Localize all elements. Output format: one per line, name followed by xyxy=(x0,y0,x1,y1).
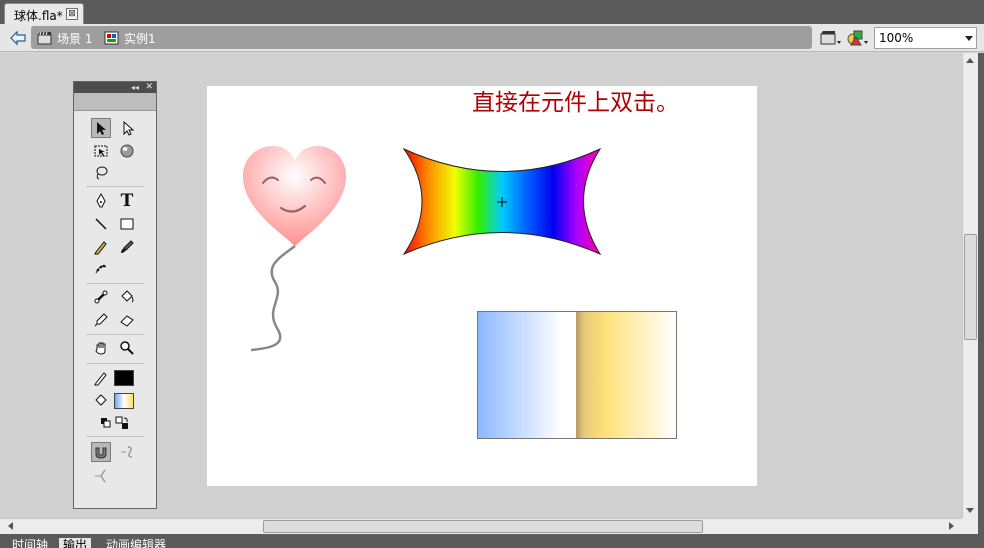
document-tab-strip: 球体.fla* ⊠ xyxy=(0,0,984,24)
line-icon xyxy=(95,218,107,230)
pencil-icon xyxy=(94,241,107,255)
deco-tool[interactable] xyxy=(91,259,111,279)
smooth-icon[interactable] xyxy=(117,442,137,462)
breadcrumb-symbol[interactable]: 实例1 xyxy=(104,30,156,46)
bottom-panel-tabs: 时间轴 输出 动画编辑器 xyxy=(0,534,984,548)
close-tab-icon[interactable]: ⊠ xyxy=(66,8,78,20)
tab-motion-editor[interactable]: 动画编辑器 xyxy=(102,538,170,548)
lasso-tool[interactable] xyxy=(91,163,111,183)
tools-panel-grip[interactable] xyxy=(74,93,156,111)
straighten-icon[interactable] xyxy=(91,466,111,486)
magnifier-icon xyxy=(120,341,134,355)
scroll-up-icon[interactable] xyxy=(966,58,974,63)
tool-separator xyxy=(86,283,144,284)
heart-balloon[interactable] xyxy=(243,146,346,352)
pencil-tool[interactable] xyxy=(91,237,111,257)
hand-tool[interactable] xyxy=(91,338,111,358)
deco-icon xyxy=(95,264,107,274)
graphic-symbol-icon xyxy=(104,31,119,45)
paint-bucket-tool[interactable] xyxy=(117,287,137,307)
edit-symbols-icon[interactable] xyxy=(847,29,869,47)
zoom-select[interactable]: 100% xyxy=(874,27,977,49)
vertical-scroll-thumb[interactable] xyxy=(964,234,977,340)
breadcrumb-symbol-label: 实例1 xyxy=(124,31,156,46)
selection-tool[interactable] xyxy=(91,118,111,138)
chevron-down-icon[interactable] xyxy=(965,36,973,41)
scroll-right-icon[interactable] xyxy=(949,522,954,530)
tool-separator xyxy=(86,186,144,187)
tools-panel-header[interactable]: ◂◂ ✕ xyxy=(74,82,156,93)
eyedropper-icon xyxy=(94,313,108,327)
tab-timeline[interactable]: 时间轴 xyxy=(8,538,52,548)
paint-bucket-icon xyxy=(121,290,134,303)
rectangle-tool[interactable] xyxy=(117,214,137,234)
breadcrumb-scene[interactable]: 场景 1 xyxy=(37,30,92,46)
pen-tool[interactable] xyxy=(91,191,111,211)
brush-icon xyxy=(121,240,134,253)
fill-color-swatch[interactable] xyxy=(114,393,134,409)
tools-panel: ◂◂ ✕ T xyxy=(73,81,157,509)
horizontal-scroll-thumb[interactable] xyxy=(263,520,703,533)
gradient-rectangle[interactable] xyxy=(477,311,677,439)
free-transform-icon xyxy=(94,145,108,157)
text-tool[interactable]: T xyxy=(117,191,137,211)
eyedropper-tool[interactable] xyxy=(91,310,111,330)
window-edge xyxy=(978,53,984,534)
bone-icon xyxy=(94,290,108,304)
tool-separator xyxy=(86,334,144,335)
swap-colors-icon[interactable] xyxy=(112,413,132,433)
edit-scene-icon[interactable] xyxy=(820,29,842,47)
stroke-color-icon xyxy=(91,368,111,388)
zoom-value: 100% xyxy=(879,31,914,45)
brush-tool[interactable] xyxy=(117,237,137,257)
stroke-color-swatch[interactable] xyxy=(114,370,134,386)
horizontal-scrollbar[interactable] xyxy=(0,518,962,534)
pen-icon xyxy=(96,193,106,208)
zoom-tool[interactable] xyxy=(117,338,137,358)
tool-separator xyxy=(86,363,144,364)
lasso-icon xyxy=(96,166,108,180)
back-arrow-icon[interactable] xyxy=(9,29,27,47)
breadcrumb-scene-label: 场景 1 xyxy=(57,31,93,46)
line-tool[interactable] xyxy=(91,214,111,234)
fill-color-icon xyxy=(91,391,111,411)
document-tab-title: 球体.fla* xyxy=(14,9,63,23)
scroll-left-icon[interactable] xyxy=(8,522,13,530)
eraser-icon xyxy=(120,315,134,327)
document-tab[interactable]: 球体.fla* ⊠ xyxy=(4,3,84,24)
edit-bar: 场景 1 实例1 100% xyxy=(0,24,984,52)
vertical-scrollbar[interactable] xyxy=(962,53,978,518)
free-transform-tool[interactable] xyxy=(91,141,111,161)
eraser-tool[interactable] xyxy=(117,310,137,330)
scene-icon xyxy=(37,31,52,45)
breadcrumb: 场景 1 实例1 xyxy=(31,26,812,49)
tool-separator xyxy=(86,436,144,437)
stage-artwork xyxy=(243,146,677,439)
close-panel-icon[interactable]: ✕ xyxy=(145,82,153,93)
subselection-tool[interactable] xyxy=(117,118,137,138)
3d-rotation-tool[interactable] xyxy=(117,141,137,161)
rainbow-symbol[interactable] xyxy=(402,147,602,256)
selection-arrow-icon xyxy=(97,122,106,135)
collapse-panel-icon[interactable]: ◂◂ xyxy=(131,82,139,93)
rectangle-icon xyxy=(120,218,134,230)
snap-to-objects-icon[interactable] xyxy=(91,442,111,462)
bone-tool[interactable] xyxy=(91,287,111,307)
stage[interactable]: 直接在元件上双击。 xyxy=(207,86,757,486)
tab-output[interactable]: 输出 xyxy=(59,538,92,548)
pasteboard: 直接在元件上双击。 ◂◂ ✕ T xyxy=(0,53,962,518)
scroll-down-icon[interactable] xyxy=(966,508,974,513)
hand-icon xyxy=(95,342,106,355)
subselection-arrow-icon xyxy=(123,120,135,136)
sphere-icon xyxy=(120,144,134,158)
